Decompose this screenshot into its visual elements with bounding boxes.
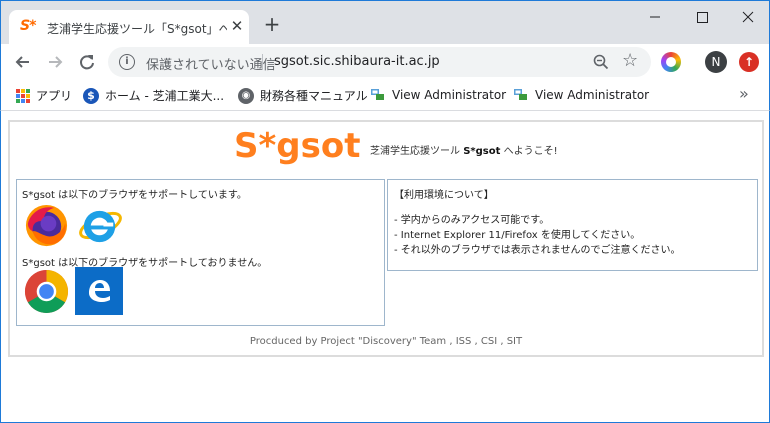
info-icon[interactable]: i bbox=[119, 54, 135, 70]
bookmark-label: View Administrator bbox=[392, 88, 507, 102]
bookmark-label: View Administrator bbox=[535, 88, 650, 102]
page-header: S*gsot 芝浦学生応援ツール S*gsot へようこそ! bbox=[10, 122, 762, 178]
environment-line: - それ以外のブラウザでは表示されませんのでご注意ください。 bbox=[394, 245, 681, 256]
bookmark-apps[interactable]: アプリ bbox=[16, 87, 72, 105]
welcome-prefix: 芝浦学生応援ツール bbox=[370, 146, 464, 157]
chrome-icon bbox=[24, 269, 69, 314]
environment-line: - Internet Explorer 11/Firefox を使用してください… bbox=[394, 230, 641, 241]
back-button[interactable] bbox=[10, 49, 36, 75]
bookmarks-bar: アプリ $ ホーム - 芝浦工業大... ◉ 財務各種マニュアル View Admi… bbox=[0, 80, 770, 111]
edge-icon bbox=[75, 267, 123, 315]
unsupported-text: S*gsot は以下のブラウザをサポートしておりません。 bbox=[22, 258, 268, 269]
environment-title: 【利用環境について】 bbox=[394, 190, 494, 201]
address-bar[interactable]: i 保護されていない通信 sgsot.sic.shibaura-it.ac.jp… bbox=[108, 47, 651, 77]
bookmark-label: アプリ bbox=[36, 89, 73, 103]
apps-icon bbox=[16, 88, 30, 103]
bookmark-view-administrator-1[interactable]: View Administrator bbox=[370, 87, 506, 105]
update-extension-icon[interactable]: ↑ bbox=[739, 52, 759, 72]
bookmark-view-administrator-2[interactable]: View Administrator bbox=[513, 87, 649, 105]
minimize-icon bbox=[650, 16, 660, 18]
admin-icon bbox=[514, 89, 527, 100]
site-icon: $ bbox=[83, 87, 99, 104]
bookmark-finance-manual[interactable]: ◉ 財務各種マニュアル bbox=[238, 87, 368, 105]
forward-button[interactable] bbox=[42, 49, 68, 75]
new-tab-button[interactable]: + bbox=[261, 13, 283, 35]
welcome-text: 芝浦学生応援ツール S*gsot へようこそ! bbox=[370, 142, 558, 157]
globe-icon: ◉ bbox=[238, 87, 254, 104]
welcome-suffix: へようこそ! bbox=[500, 146, 558, 157]
close-icon bbox=[742, 11, 754, 23]
reload-icon bbox=[80, 55, 94, 70]
bookmark-label: ホーム - 芝浦工業大... bbox=[105, 89, 225, 103]
color-extension-icon[interactable] bbox=[661, 52, 681, 72]
bookmark-label: 財務各種マニュアル bbox=[260, 89, 368, 103]
profile-avatar[interactable]: N bbox=[705, 51, 727, 73]
tab-close-icon[interactable]: ✕ bbox=[228, 17, 246, 35]
reload-button[interactable] bbox=[74, 49, 100, 75]
browser-support-panel: S*gsot は以下のブラウザをサポートしています。 S*gsot は以下のブラ… bbox=[16, 179, 385, 326]
browser-toolbar: i 保護されていない通信 sgsot.sic.shibaura-it.ac.jp… bbox=[0, 44, 770, 80]
favicon-icon: S* bbox=[20, 18, 36, 34]
page-footer: Procduced by Project "Discovery" Team , … bbox=[249, 336, 523, 347]
admin-icon bbox=[371, 89, 384, 100]
environment-panel: 【利用環境について】 - 学内からのみアクセス可能です。 - Internet … bbox=[387, 179, 758, 271]
zoom-out-icon[interactable] bbox=[592, 53, 610, 71]
page-frame: S*gsot 芝浦学生応援ツール S*gsot へようこそ! S*gsot は以… bbox=[8, 120, 764, 357]
page-viewport: S*gsot 芝浦学生応援ツール S*gsot へようこそ! S*gsot は以… bbox=[0, 111, 770, 423]
maximize-button[interactable] bbox=[679, 4, 725, 30]
more-bookmarks-button[interactable]: » bbox=[739, 84, 749, 103]
maximize-icon bbox=[697, 12, 708, 23]
tab-title: 芝浦学生応援ツール「S*gsot」へようこそ！ bbox=[47, 22, 227, 36]
minimize-button[interactable] bbox=[632, 4, 678, 30]
star-icon[interactable]: ☆ bbox=[622, 50, 638, 71]
firefox-icon bbox=[25, 204, 68, 247]
supported-text: S*gsot は以下のブラウザをサポートしています。 bbox=[22, 190, 247, 201]
environment-line: - 学内からのみアクセス可能です。 bbox=[394, 215, 550, 226]
site-logo: S*gsot bbox=[234, 126, 361, 166]
bookmark-home[interactable]: $ ホーム - 芝浦工業大... bbox=[83, 87, 224, 105]
browser-tab[interactable]: S* 芝浦学生応援ツール「S*gsot」へようこそ！ ✕ bbox=[9, 10, 249, 45]
welcome-brand: S*gsot bbox=[463, 146, 501, 157]
internet-explorer-icon bbox=[79, 210, 122, 243]
close-window-button[interactable] bbox=[725, 4, 770, 30]
arrow-right-icon bbox=[49, 56, 63, 68]
url-text[interactable]: sgsot.sic.shibaura-it.ac.jp bbox=[274, 54, 440, 69]
arrow-left-icon bbox=[15, 56, 29, 68]
security-label: 保護されていない通信 bbox=[146, 58, 276, 73]
divider bbox=[262, 54, 263, 70]
title-bar: S* 芝浦学生応援ツール「S*gsot」へようこそ！ ✕ + bbox=[0, 0, 770, 45]
